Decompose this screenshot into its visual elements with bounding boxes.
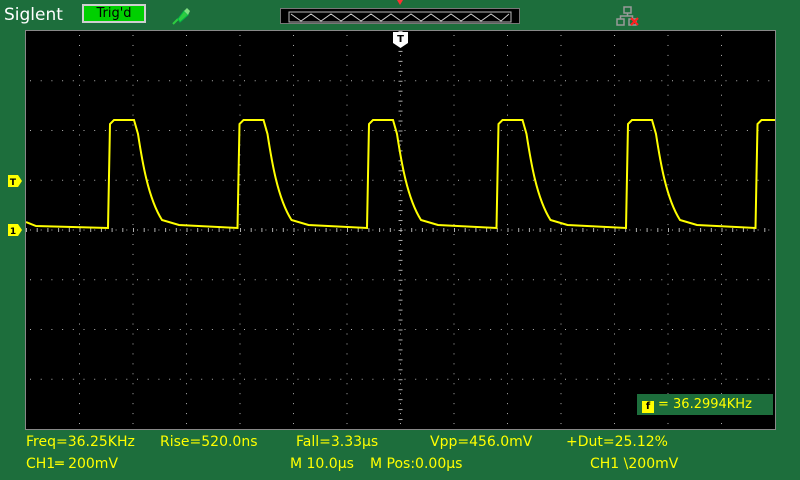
frequency-counter: f = 36.2994KHz <box>637 394 773 415</box>
channel1-trace <box>26 119 775 230</box>
top-status-bar: Siglent Trig'd <box>0 0 800 30</box>
measurement-duty: +Dut=25.12% <box>566 434 668 450</box>
svg-text:T: T <box>10 178 17 187</box>
svg-text:1: 1 <box>10 227 16 236</box>
brand-label: Siglent <box>4 5 63 25</box>
waveform-display[interactable] <box>25 30 776 430</box>
timebase: M 10.0µs <box>290 456 354 472</box>
channel1-scale: CH1═ 200mV <box>26 456 119 472</box>
horizontal-position: M Pos:0.00µs <box>370 456 463 472</box>
svg-text:T: T <box>397 34 404 45</box>
trigger-position-marker[interactable]: T <box>393 32 408 48</box>
measurement-vpp: Vpp=456.0mV <box>430 434 533 450</box>
measurement-freq: Freq=36.25KHz <box>26 434 135 450</box>
horizontal-position-marker <box>397 0 403 5</box>
probe-icon <box>172 8 190 25</box>
frequency-counter-value: = 36.2994KHz <box>658 397 752 412</box>
trigger-level-marker[interactable]: T <box>8 175 22 187</box>
horizontal-position-indicator <box>280 8 520 24</box>
frequency-icon: f <box>642 401 654 413</box>
graticule <box>26 31 775 425</box>
measurement-fall: Fall=3.33µs <box>296 434 379 450</box>
channel1-ground-marker[interactable]: 1 <box>8 224 22 236</box>
measurement-rise: Rise=520.0ns <box>160 434 258 450</box>
graticule-dots <box>26 31 770 425</box>
trigger-status-badge: Trig'd <box>82 4 146 23</box>
network-disconnected-icon <box>616 6 639 26</box>
trigger-setting: CH1 \200mV <box>590 456 679 472</box>
